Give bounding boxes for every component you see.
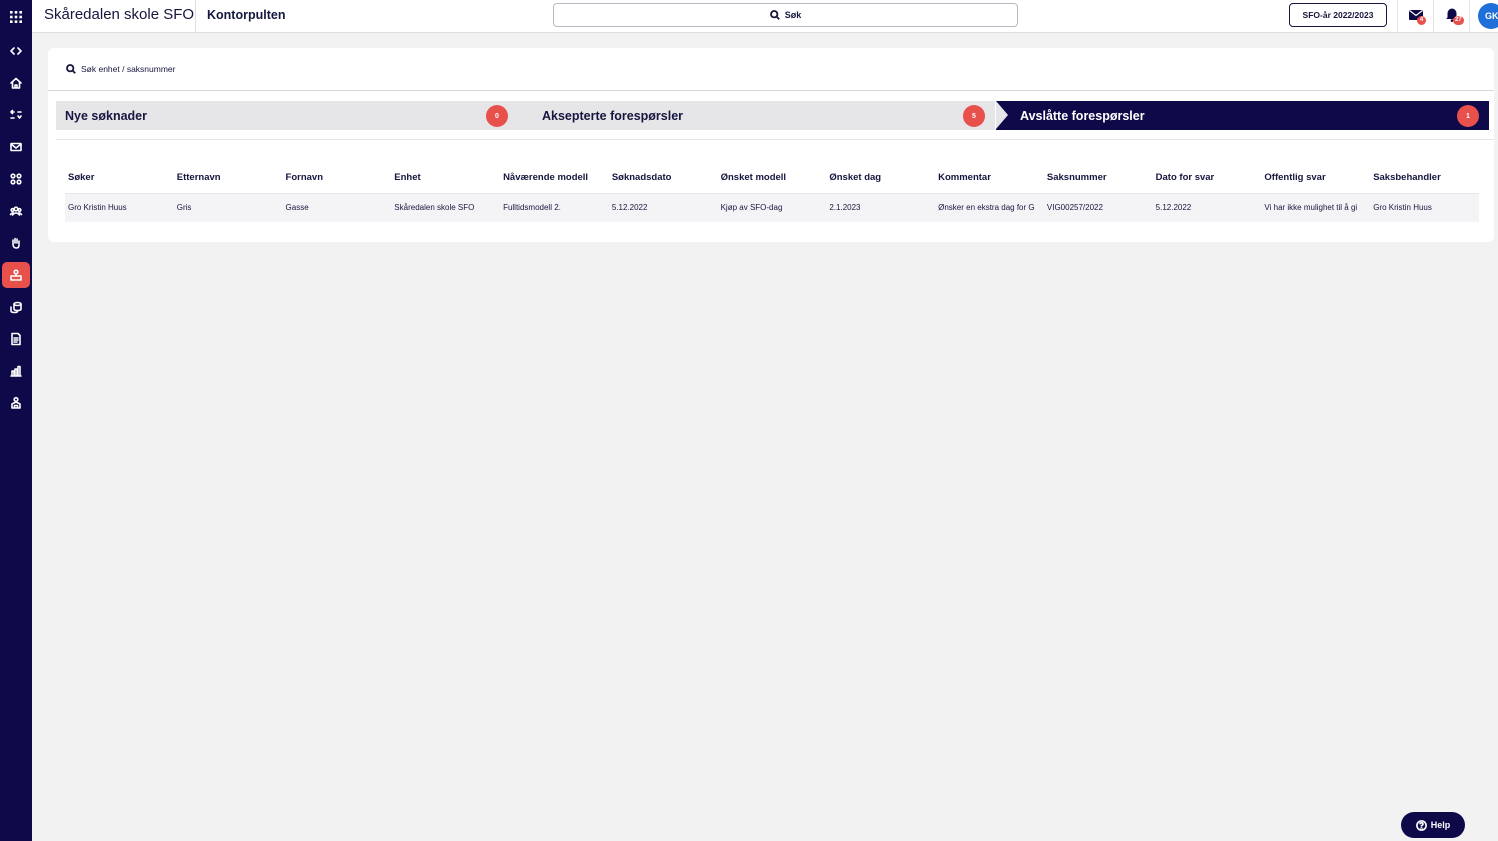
table-cell: Fulltidsmodell 2. [500, 193, 609, 222]
help-button[interactable]: Help [1401, 812, 1465, 838]
collapse-icon [10, 47, 22, 55]
messages-button[interactable]: 4 [1409, 8, 1427, 25]
count-badge: 5 [963, 105, 985, 127]
tab-label: Aksepterte forespørsler [542, 108, 684, 123]
table-cell: 5.12.2022 [608, 193, 718, 222]
sidebar-item-attendance[interactable] [2, 230, 30, 256]
table-cell: Gro Kristin Huus [1370, 193, 1479, 222]
case-search-placeholder: Søk enhet / saksnummer [81, 64, 176, 74]
sidebar-item-office-desk[interactable] [2, 262, 30, 288]
tab-accepted-requests[interactable]: Aksepterte forespørsler 5 [518, 101, 995, 130]
column-header[interactable]: Saksnummer [1043, 163, 1153, 194]
step-separator [518, 101, 530, 129]
column-header[interactable]: Offentlig svar [1261, 163, 1371, 194]
help-label: Help [1430, 820, 1451, 830]
requests-table: Søker Etternavn Fornavn Enhet Nåværende … [65, 163, 1479, 222]
count-badge: 0 [486, 105, 508, 127]
topbar: Skåredalen skole SFO Kontorpulten Søk SF… [0, 0, 1498, 33]
office-desk-icon [10, 269, 22, 281]
table-row[interactable]: Gro Kristin Huus Gris Gasse Skåredalen s… [65, 193, 1479, 222]
groups-icon [10, 173, 22, 185]
global-search-button[interactable]: Søk [553, 3, 1018, 27]
table-cell: Ønsker en ekstra dag for G [935, 193, 1044, 222]
question-icon [1415, 819, 1427, 831]
case-search-field[interactable]: Søk enhet / saksnummer [66, 64, 175, 74]
admin-icon [11, 396, 21, 409]
sidebar-item-messages[interactable] [2, 134, 30, 160]
count-badge: 1 [1457, 105, 1479, 127]
sidebar-item-people[interactable] [2, 198, 30, 224]
notifications-badge: 27 [1453, 16, 1464, 25]
sidebar-item-documents[interactable] [2, 326, 30, 352]
table-cell: 5.12.2022 [1152, 193, 1262, 222]
divider [56, 139, 1494, 140]
column-header[interactable]: Saksbehandler [1370, 163, 1479, 194]
tab-label: Avslåtte forespørsler [1020, 108, 1145, 123]
header-separator [1397, 0, 1398, 33]
mail-icon [10, 142, 22, 152]
module-name: Kontorpulten [207, 8, 286, 22]
table-cell: VIG00257/2022 [1043, 193, 1153, 222]
column-header[interactable]: Dato for svar [1152, 163, 1262, 194]
avatar[interactable]: GK [1478, 3, 1498, 29]
shuffle-icon [10, 109, 22, 119]
home-icon [10, 77, 22, 89]
search-icon [769, 10, 780, 20]
table-cell: Vi har ikke mulighet til å gi [1261, 193, 1371, 222]
unit-name[interactable]: Skåredalen skole SFO [44, 6, 194, 23]
table-cell: Gro Kristin Huus [65, 193, 174, 222]
sidebar-item-payments[interactable] [2, 294, 30, 320]
table-cell: Gris [173, 193, 283, 222]
header-divider [195, 0, 196, 33]
tab-rejected-requests[interactable]: Avslåtte forespørsler 1 [996, 101, 1489, 130]
divider [48, 90, 1494, 91]
sidebar [0, 0, 32, 841]
step-separator [996, 101, 1008, 129]
sidebar-item-reports[interactable] [2, 358, 30, 384]
messages-badge: 4 [1417, 16, 1426, 25]
coins-icon [10, 301, 22, 314]
chart-icon [10, 365, 22, 377]
hand-icon [12, 237, 20, 249]
apps-grid-icon [10, 10, 22, 23]
column-header[interactable]: Enhet [391, 163, 501, 194]
table-cell: 2.1.2023 [826, 193, 936, 222]
sidebar-item-admin[interactable] [2, 390, 30, 416]
tab-label: Nye søknader [65, 108, 147, 123]
sidebar-item-home[interactable] [2, 70, 30, 96]
sidebar-item-transfers[interactable] [2, 102, 30, 128]
table-header-row: Søker Etternavn Fornavn Enhet Nåværende … [65, 163, 1479, 194]
request-status-steps: Nye søknader 0 Aksepterte forespørsler 5… [56, 101, 1489, 130]
column-header[interactable]: Søker [65, 163, 174, 194]
header-separator [1433, 0, 1434, 33]
table-cell: Skåredalen skole SFO [391, 193, 501, 222]
column-header[interactable]: Søknadsdato [608, 163, 718, 194]
column-header[interactable]: Nåværende modell [500, 163, 609, 194]
table-cell: Kjøp av SFO-dag [717, 193, 827, 222]
tab-new-applications[interactable]: Nye søknader 0 [56, 101, 518, 130]
column-header[interactable]: Kommentar [935, 163, 1044, 194]
global-search-label: Søk [784, 10, 802, 20]
header-separator [1469, 0, 1470, 33]
collapse-sidebar-button[interactable] [2, 38, 30, 64]
sidebar-item-groups[interactable] [2, 166, 30, 192]
column-header[interactable]: Ønsket dag [826, 163, 936, 194]
app-launcher-button[interactable] [0, 0, 32, 33]
school-year-button[interactable]: SFO-år 2022/2023 [1289, 3, 1387, 27]
column-header[interactable]: Ønsket modell [717, 163, 827, 194]
people-icon [9, 206, 23, 216]
notifications-button[interactable]: 27 [1445, 8, 1464, 25]
document-icon [11, 332, 21, 346]
column-header[interactable]: Etternavn [173, 163, 283, 194]
search-icon [66, 64, 76, 74]
requests-card: Søk enhet / saksnummer Nye søknader 0 Ak… [48, 48, 1494, 242]
table-cell: Gasse [282, 193, 392, 222]
column-header[interactable]: Fornavn [282, 163, 392, 194]
